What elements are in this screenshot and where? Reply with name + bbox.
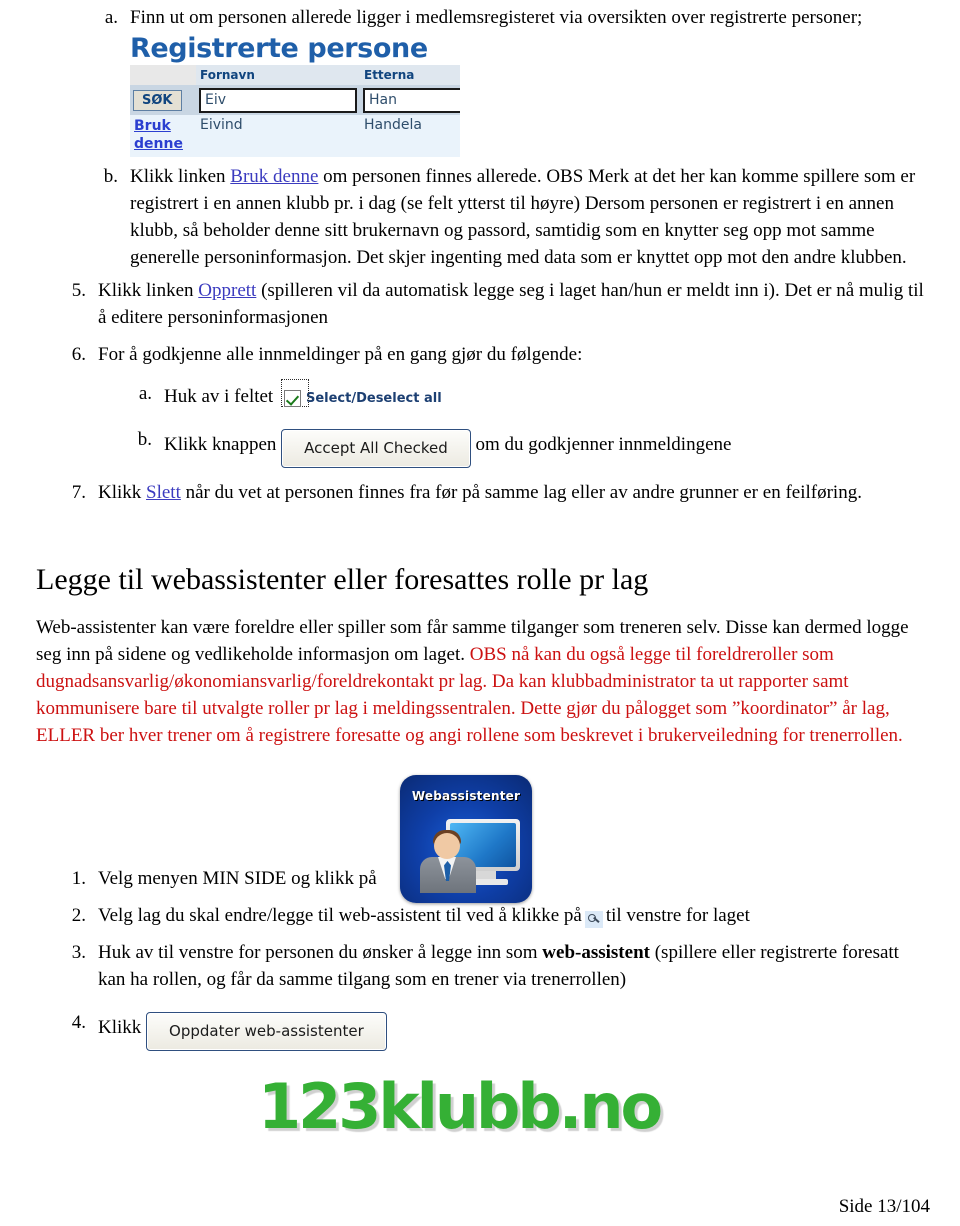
list-item-a-text: Finn ut om personen allerede ligger i me… bbox=[130, 7, 863, 28]
col-header-blank bbox=[130, 65, 196, 85]
checkbox-checked-icon[interactable] bbox=[283, 390, 301, 407]
select-deselect-all-label: Select/Deselect all bbox=[305, 391, 442, 406]
list-marker: 5. bbox=[71, 280, 86, 301]
bottom-list-item-3-text: Huk av til venstre for personen du ønske… bbox=[98, 939, 930, 993]
list-item-7: 7. Klikk Slett når du vet at personen fi… bbox=[62, 479, 930, 506]
col-header-etternavn: Etterna bbox=[360, 65, 460, 85]
text-before-icon: Velg lag du skal endre/legge til web-ass… bbox=[98, 905, 582, 926]
document-page: a. Finn ut om personen allerede ligger i… bbox=[0, 4, 960, 1226]
list-item-6b: b. Klikk knappen Accept All Checked om d… bbox=[130, 426, 930, 468]
list-item-b-text: Klikk linken Bruk denne om personen finn… bbox=[130, 163, 930, 271]
bottom-list-item-4-text: Klikk Oppdater web-assistenter bbox=[98, 1009, 387, 1051]
text-after-icon: til venstre for laget bbox=[605, 905, 750, 926]
bruk-denne-doc-link[interactable]: Bruk denne bbox=[230, 166, 318, 187]
bruk-denne-line1: Bruk bbox=[134, 118, 171, 134]
col-header-fornavn: Fornavn bbox=[196, 65, 360, 85]
list-item-5-text: Klikk linken Opprett (spilleren vil da a… bbox=[98, 277, 930, 331]
accept-all-checked-button[interactable]: Accept All Checked bbox=[281, 429, 471, 468]
bottom-list-item-3: 3. Huk av til venstre for personen du øn… bbox=[62, 939, 930, 993]
slett-doc-link[interactable]: Slett bbox=[146, 482, 181, 503]
bottom-list-item-2: 2. Velg lag du skal endre/legge til web-… bbox=[62, 902, 930, 929]
fornavn-search-cell: Eiv bbox=[196, 85, 360, 115]
list-marker: 4. bbox=[71, 1012, 86, 1033]
list-marker: b. bbox=[137, 429, 152, 450]
table-header-row: Fornavn Etterna bbox=[130, 65, 460, 85]
etternavn-search-cell: Han bbox=[360, 85, 460, 115]
text-after-link: når du vet at personen finnes fra før på… bbox=[180, 482, 862, 503]
list-marker: 2. bbox=[71, 905, 86, 926]
edit-pencil-icon[interactable] bbox=[584, 911, 603, 929]
screenshot-title: Registrerte persone bbox=[130, 33, 428, 64]
section-paragraph: Web-assistenter kan være foreldre eller … bbox=[36, 614, 930, 749]
text-before-link: Klikk bbox=[98, 482, 147, 503]
text-before-link: Klikk linken bbox=[98, 280, 199, 301]
klikk-knappen-text: Klikk knappen bbox=[164, 434, 277, 455]
klikk-text: Klikk bbox=[98, 1017, 142, 1038]
list-item-6a: a. Huk av i feltet Select/Deselect all bbox=[130, 379, 930, 412]
oppdater-web-assistenter-button[interactable]: Oppdater web-assistenter bbox=[146, 1012, 387, 1051]
list-marker: 1. bbox=[71, 868, 86, 889]
list-marker: 7. bbox=[71, 482, 86, 503]
web-assistent-bold: web-assistent bbox=[542, 942, 650, 963]
sok-cell: SØK bbox=[130, 85, 196, 115]
bruk-denne-line2: denne bbox=[134, 136, 183, 152]
etternavn-search-input[interactable]: Han bbox=[363, 87, 460, 113]
bottom-list-item-1-text: Velg menyen MIN SIDE og klikk på bbox=[98, 868, 377, 889]
list-item-6a-text: Huk av i feltet Select/Deselect all bbox=[164, 379, 442, 412]
site-logo: 123klubb.no bbox=[258, 1070, 663, 1143]
list-marker: 6. bbox=[71, 344, 86, 365]
table-row: Bruk denne Eivind Handela bbox=[130, 115, 460, 157]
bruk-denne-cell: Bruk denne bbox=[130, 115, 196, 157]
bruk-denne-link[interactable]: Bruk denne bbox=[134, 117, 183, 153]
opprett-doc-link[interactable]: Opprett bbox=[198, 280, 256, 301]
section-heading: Legge til webassistenter eller foresatte… bbox=[36, 563, 649, 596]
cell-fornavn: Eivind bbox=[196, 115, 360, 157]
om-du-godkjenner-text: om du godkjenner innmeldingene bbox=[475, 434, 732, 455]
list-marker: 3. bbox=[71, 942, 86, 963]
list-marker: a. bbox=[138, 383, 152, 404]
sok-button[interactable]: SØK bbox=[133, 90, 182, 111]
fornavn-search-input[interactable]: Eiv bbox=[199, 87, 357, 113]
list-marker: a. bbox=[104, 7, 118, 28]
webassistenter-icon-label: Webassistenter bbox=[411, 789, 521, 803]
list-item-b: b. Klikk linken Bruk denne om personen f… bbox=[92, 163, 930, 271]
cell-etternavn: Handela bbox=[360, 115, 460, 157]
text-before-link: Klikk linken bbox=[130, 166, 231, 187]
screenshot-registrerte-personer: Registrerte persone Fornavn Etterna SØK … bbox=[130, 33, 460, 157]
list-item-5: 5. Klikk linken Opprett (spilleren vil d… bbox=[62, 277, 930, 331]
person-head bbox=[434, 833, 460, 859]
list-item-6b-text: Klikk knappen Accept All Checked om du g… bbox=[164, 426, 732, 468]
list-marker: b. bbox=[103, 166, 118, 187]
text-before-bold: Huk av til venstre for personen du ønske… bbox=[98, 942, 543, 963]
webassistenter-icon[interactable]: Webassistenter bbox=[400, 775, 532, 903]
registrerte-personer-table: Fornavn Etterna SØK Eiv Han Bruk denne Ei… bbox=[130, 65, 460, 157]
list-item-6-text: For å godkjenne alle innmeldinger på en … bbox=[98, 344, 583, 365]
list-item-a: a. Finn ut om personen allerede ligger i… bbox=[92, 4, 930, 31]
select-deselect-all-graphic[interactable]: Select/Deselect all bbox=[280, 379, 442, 412]
table-search-row: SØK Eiv Han bbox=[130, 85, 460, 115]
bottom-list-item-2-text: Velg lag du skal endre/legge til web-ass… bbox=[98, 902, 750, 929]
huk-av-text: Huk av i feltet bbox=[164, 386, 274, 407]
list-item-6: 6. For å godkjenne alle innmeldinger på … bbox=[62, 341, 930, 368]
page-number: Side 13/104 bbox=[838, 1196, 930, 1217]
bottom-list-item-4: 4. Klikk Oppdater web-assistenter bbox=[62, 1009, 930, 1051]
list-item-7-text: Klikk Slett når du vet at personen finne… bbox=[98, 479, 862, 506]
